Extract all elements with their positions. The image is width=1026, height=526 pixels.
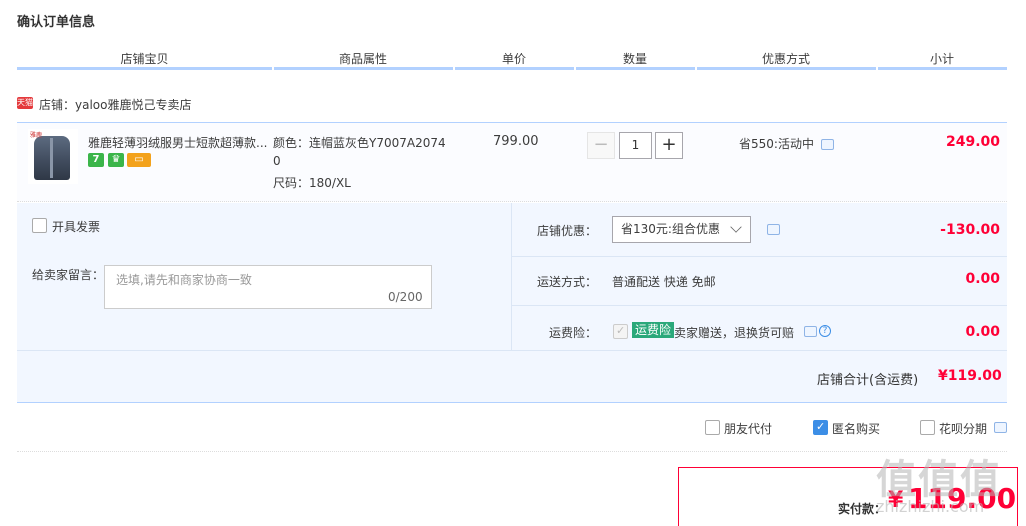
tmall-icon: 天猫 — [17, 97, 33, 109]
shop-discount-select[interactable]: 省130元:组合优惠 — [612, 216, 751, 243]
friend-pay-checkbox[interactable] — [705, 420, 720, 435]
insurance-checkbox — [613, 324, 628, 339]
shop-name[interactable]: 店铺：yaloo雅鹿悦己专卖店 — [39, 96, 191, 113]
col-header-qty: 数量 — [622, 52, 647, 66]
brand-logo: 雅鹿 — [30, 132, 43, 139]
divider — [512, 305, 1007, 306]
product-size-attr: 尺码：180/XL — [273, 176, 351, 190]
card-payment-icon: ▭ — [127, 153, 151, 167]
invoice-label: 开具发票 — [52, 220, 101, 234]
anonymous-label: 匿名购买 — [832, 422, 881, 436]
insurance-label: 运费险： — [549, 326, 598, 340]
message-icon[interactable] — [804, 326, 817, 337]
message-icon[interactable] — [767, 224, 780, 235]
header-underline — [697, 67, 876, 70]
help-icon[interactable]: ? — [819, 325, 831, 337]
shop-total-label: 店铺合计(含运费) — [817, 373, 919, 388]
shipping-method: 普通配送 快递 免邮 — [612, 275, 716, 289]
shipping-label: 运送方式： — [537, 275, 598, 289]
quantity-increase-button[interactable]: + — [655, 132, 683, 159]
shop-total-value: ¥119.00 — [938, 368, 1002, 384]
insurance-tag: 运费险 — [632, 322, 675, 338]
product-title[interactable]: 雅鹿轻薄羽绒服男士短款超薄款... — [88, 134, 268, 151]
col-header-discount: 优惠方式 — [761, 52, 810, 66]
divider — [511, 203, 512, 350]
col-header-attr: 商品属性 — [338, 52, 387, 66]
insurance-desc: 卖家赠送，退换货可赔 — [674, 326, 795, 340]
product-color-attr: 颜色：连帽蓝灰色Y7007A2074 — [273, 136, 446, 150]
quality-badge-icon: ♛ — [108, 153, 124, 167]
message-icon[interactable] — [994, 422, 1007, 433]
col-header-subtotal: 小计 — [929, 52, 954, 66]
col-header-price: 单价 — [501, 52, 526, 66]
col-header-item: 店铺宝贝 — [120, 52, 169, 66]
jacket-image — [34, 136, 70, 180]
quantity-decrease-button[interactable]: − — [587, 132, 615, 159]
huabei-label: 花呗分期 — [939, 422, 988, 436]
product-color-attr-wrap: 0 — [273, 154, 281, 168]
header-underline — [878, 67, 1007, 70]
divider — [17, 350, 1007, 351]
header-underline — [17, 67, 272, 70]
seven-day-return-icon: 7 — [88, 153, 104, 167]
header-underline — [576, 67, 695, 70]
friend-pay-label: 朋友代付 — [724, 422, 773, 436]
huabei-checkbox[interactable] — [920, 420, 935, 435]
item-subtotal: 249.00 — [945, 134, 1000, 150]
message-icon[interactable] — [821, 139, 834, 150]
divider — [17, 451, 1007, 452]
unit-price: 799.00 — [493, 134, 539, 149]
invoice-checkbox[interactable] — [32, 218, 47, 233]
insurance-fee: 0.00 — [965, 324, 1000, 340]
quantity-input[interactable]: 1 — [619, 132, 652, 159]
shipping-fee: 0.00 — [965, 271, 1000, 287]
shop-discount-label: 店铺优惠： — [537, 224, 598, 238]
anonymous-checkbox[interactable] — [813, 420, 828, 435]
shop-discount-amount: -130.00 — [940, 222, 1000, 238]
header-underline — [455, 67, 574, 70]
divider — [512, 256, 1007, 257]
site-watermark-url: zhizhizhi.com — [876, 497, 985, 516]
item-discount: 省550:活动中 — [739, 137, 814, 151]
seller-message-placeholder: 选填,请先和商家协商一致 — [116, 273, 252, 287]
header-underline — [274, 67, 453, 70]
message-char-count: 0/200 — [388, 290, 423, 304]
memo-label: 给卖家留言： — [32, 268, 105, 282]
page-title: 确认订单信息 — [17, 15, 96, 30]
